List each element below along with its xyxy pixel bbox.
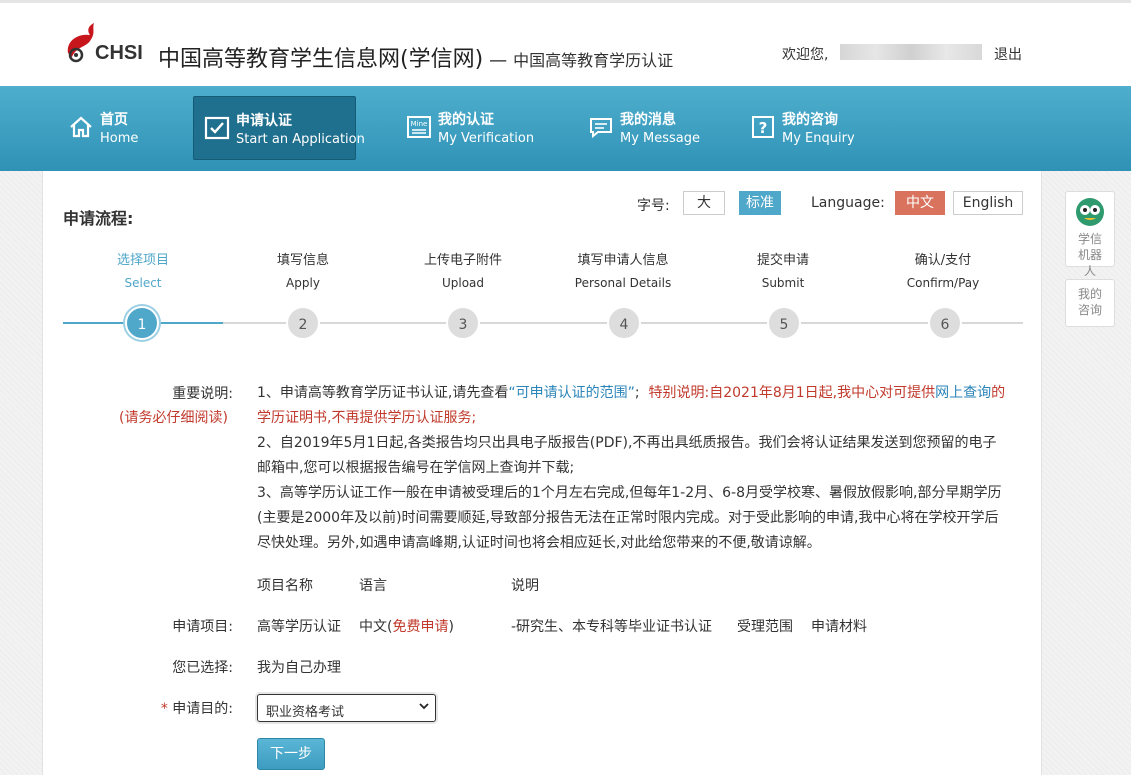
nav-start-application[interactable]: 申请认证 Start an Application — [193, 96, 365, 160]
step-2-sublabel: Apply — [286, 276, 320, 290]
selection-value: 我为自己办理 — [257, 660, 341, 676]
question-icon: ? — [752, 116, 774, 138]
site-title: 中国高等教育学生信息网(学信网) — 中国高等教育学历认证 — [158, 47, 674, 72]
site-header: CHSI 中国高等教育学生信息网(学信网) — 中国高等教育学历认证 欢迎您, 退出 — [0, 0, 1131, 86]
note-2: 2、自2019年5月1日起,各类报告均只出具电子版报告(PDF),不再出具纸质报… — [257, 435, 997, 476]
enquiry-widget[interactable]: 我的咨询 — [1065, 279, 1115, 327]
apply-item-label: 申请项目: — [172, 619, 233, 635]
font-size-label: 字号: — [637, 198, 670, 214]
note-3: 3、高等学历认证工作一般在申请被受理后的1个月左右完成,但每年1-2月、6-8月… — [257, 485, 1002, 551]
step-3-circle: 3 — [446, 306, 480, 340]
enquiry-label: 我的咨询 — [1077, 287, 1102, 317]
step-1-label: 选择项目 — [116, 253, 169, 268]
apply-item-name: 高等学历认证 — [257, 619, 341, 635]
step-3-label: 上传电子附件 — [423, 253, 502, 268]
step-5-label: 提交申请 — [756, 253, 809, 268]
robot-label: 学信机器人 — [1077, 232, 1102, 278]
nav-my-verification[interactable]: Mine 我的认证 My Verification — [396, 96, 546, 160]
purpose-label: * 申请目的: — [160, 701, 233, 717]
main-nav: 首页 Home 申请认证 Start an Application Mine 我… — [0, 86, 1131, 171]
note-1: 1、申请高等教育学历证书认证,请先查看“可申请认证的范围”; 特别说明:自202… — [257, 385, 1006, 426]
user-name-redacted — [840, 44, 982, 60]
scope-link[interactable]: “可申请认证的范围” — [508, 385, 635, 401]
important-notes: 1、申请高等教育学历证书认证,请先查看“可申请认证的范围”; 特别说明:自202… — [257, 381, 1009, 556]
scope-range-link[interactable]: 受理范围 — [737, 616, 793, 636]
step-6-sublabel: Confirm/Pay — [906, 276, 980, 290]
language-label: Language: — [811, 195, 885, 211]
col-header-name: 项目名称 — [257, 578, 313, 594]
required-mark: * — [160, 701, 168, 717]
chevron-down-icon — [419, 700, 429, 714]
notes-label: 重要说明: — [172, 386, 233, 402]
step-6-circle: 6 — [928, 306, 962, 340]
flow-title: 申请流程: — [63, 209, 134, 228]
purpose-select[interactable]: 职业资格考试 — [257, 694, 436, 722]
step-4-label: 填写申请人信息 — [577, 253, 669, 268]
welcome-text: 欢迎您, — [782, 47, 829, 63]
step-4-sublabel: Personal Details — [574, 276, 672, 290]
font-standard-button[interactable]: 标准 — [739, 191, 781, 215]
selection-label: 您已选择: — [172, 660, 233, 676]
step-3-sublabel: Upload — [441, 276, 485, 290]
step-1-circle: 1 — [125, 306, 159, 340]
step-5-circle: 5 — [767, 306, 801, 340]
notes-sublabel: (请务必仔细阅读) — [119, 410, 228, 426]
checkbox-icon — [204, 116, 230, 140]
col-header-desc: 说明 — [511, 578, 539, 594]
font-large-button[interactable]: 大 — [683, 191, 725, 215]
logo-text: CHSI — [95, 42, 143, 64]
svg-text:?: ? — [759, 119, 768, 137]
step-2-circle: 2 — [286, 306, 320, 340]
step-2-label: 填写信息 — [276, 253, 329, 268]
home-icon — [70, 116, 92, 138]
robot-widget[interactable]: 学信机器人 — [1065, 191, 1115, 278]
step-4-circle: 4 — [607, 306, 641, 340]
col-header-lang: 语言 — [359, 578, 387, 594]
next-step-button[interactable]: 下一步 — [257, 738, 325, 770]
apply-item-lang: 中文(免费申请) — [359, 619, 454, 635]
logout-link[interactable]: 退出 — [994, 44, 1022, 64]
online-query-link[interactable]: 网上查询 — [935, 385, 991, 401]
main-content: 申请流程: 字号: 大 标准 Language: 中文 English 选择项目… — [42, 171, 1042, 775]
nav-home[interactable]: 首页 Home — [58, 96, 178, 160]
step-6-label: 确认/支付 — [914, 253, 972, 268]
svg-text:Mine: Mine — [411, 120, 428, 128]
mine-icon: Mine — [407, 116, 431, 138]
materials-link[interactable]: 申请材料 — [811, 616, 867, 636]
robot-icon — [1076, 198, 1104, 226]
apply-item-desc: -研究生、本专科等毕业证书认证 — [511, 619, 713, 635]
lang-zh-button[interactable]: 中文 — [895, 191, 945, 215]
nav-my-enquiry[interactable]: ? 我的咨询 My Enquiry — [740, 96, 870, 160]
step-1-sublabel: Select — [124, 276, 162, 290]
step-5-sublabel: Submit — [761, 276, 805, 290]
nav-my-message[interactable]: 我的消息 My Message — [578, 96, 708, 160]
lang-en-button[interactable]: English — [953, 191, 1023, 215]
message-icon — [590, 118, 612, 139]
